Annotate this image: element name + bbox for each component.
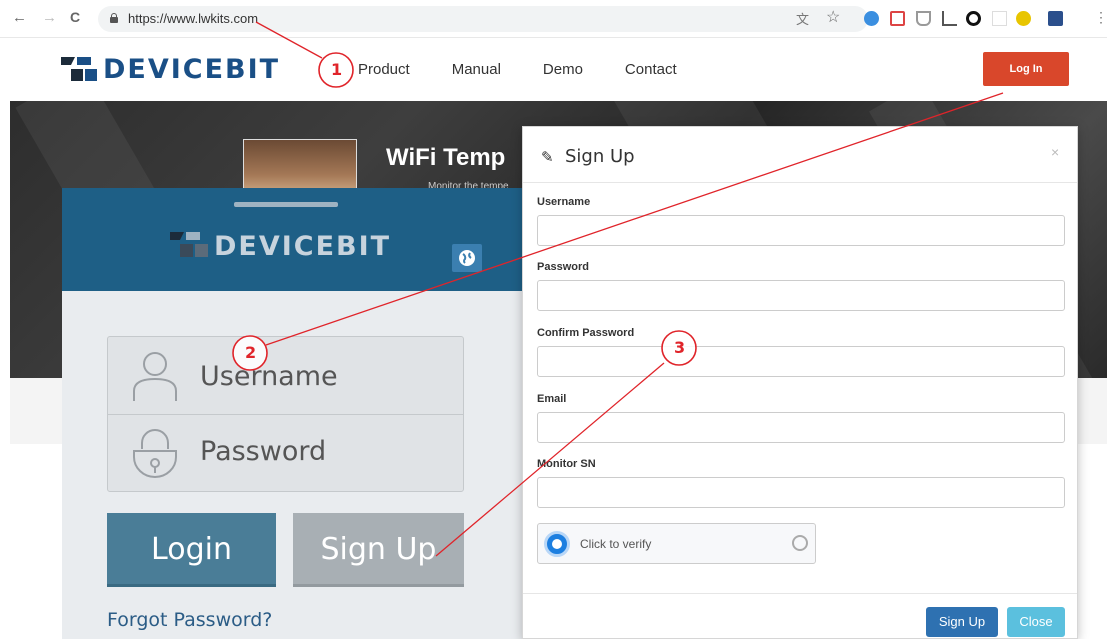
browser-toolbar: ← → C https://www.lwkits.com 文 ☆ ⋮	[0, 0, 1107, 38]
extension-icon[interactable]	[890, 11, 905, 26]
annotation-number-2: 2	[245, 343, 257, 362]
username-label: Username	[537, 196, 591, 208]
globe-icon	[459, 250, 475, 266]
email-field[interactable]	[537, 412, 1065, 443]
forward-button[interactable]: →	[42, 9, 57, 26]
translate-icon[interactable]: 文	[796, 9, 809, 28]
url-text: https://www.lwkits.com	[128, 11, 259, 26]
email-label: Email	[537, 393, 567, 405]
modal-title: Sign Up	[565, 146, 635, 167]
app-header: DEVICEBIT	[62, 188, 522, 291]
logo-mark-icon	[61, 56, 97, 81]
app-login-panel: DEVICEBIT Username Password Login Sign U…	[62, 188, 522, 639]
extension-icon[interactable]	[1016, 11, 1031, 26]
annotation-number-3: 3	[674, 338, 686, 357]
forgot-password-link[interactable]: Forgot Password?	[107, 609, 272, 631]
signup-modal: ✎ Sign Up × Username Password Confirm Pa…	[522, 126, 1078, 639]
verify-text: Click to verify	[580, 537, 652, 551]
username-input[interactable]: Username	[200, 361, 338, 392]
monitor-sn-label: Monitor SN	[537, 458, 596, 470]
lock-icon	[110, 13, 118, 23]
app-logo: DEVICEBIT	[170, 230, 391, 262]
login-form: Username Password	[107, 336, 464, 492]
captcha-logo-icon	[792, 535, 808, 551]
site-logo[interactable]: DEVICEBIT	[61, 54, 280, 85]
modal-signup-button[interactable]: Sign Up	[926, 607, 998, 637]
verify-radio-icon	[544, 531, 570, 557]
captcha-verify[interactable]: Click to verify	[537, 523, 816, 564]
annotation-number-1: 1	[331, 60, 343, 79]
logo-mark-icon	[170, 232, 208, 257]
divider	[523, 593, 1077, 594]
modal-close-button[interactable]: Close	[1007, 607, 1065, 637]
padlock-icon	[133, 429, 177, 478]
back-button[interactable]: ←	[12, 9, 27, 26]
extension-icon[interactable]	[1048, 11, 1063, 26]
menu-icon[interactable]: ⋮	[1094, 9, 1107, 26]
extension-icon[interactable]	[864, 11, 879, 26]
confirm-password-label: Confirm Password	[537, 327, 635, 339]
nav-manual[interactable]: Manual	[452, 61, 501, 78]
password-label: Password	[537, 261, 589, 273]
extension-icon[interactable]	[942, 11, 957, 26]
site-header: DEVICEBIT Product Manual Demo Contact Lo…	[0, 38, 1107, 101]
app-logo-text: DEVICEBIT	[214, 230, 392, 262]
main-nav: Product Manual Demo Contact	[358, 61, 719, 78]
login-button[interactable]: Log In	[983, 52, 1069, 86]
screenshot: ← → C https://www.lwkits.com 文 ☆ ⋮ DEVIC…	[0, 0, 1107, 639]
user-icon	[133, 352, 177, 401]
language-button[interactable]	[452, 244, 482, 272]
username-field[interactable]	[537, 215, 1065, 246]
extension-icon[interactable]	[966, 11, 981, 26]
nav-contact[interactable]: Contact	[625, 61, 677, 78]
extension-icon[interactable]	[916, 11, 931, 26]
pencil-icon: ✎	[541, 149, 554, 166]
reload-button[interactable]: C	[70, 9, 80, 25]
nav-demo[interactable]: Demo	[543, 61, 583, 78]
app-signup-button[interactable]: Sign Up	[293, 513, 464, 587]
password-field[interactable]	[537, 280, 1065, 311]
app-login-button[interactable]: Login	[107, 513, 276, 587]
divider	[523, 182, 1077, 183]
password-input[interactable]: Password	[200, 436, 326, 467]
monitor-sn-field[interactable]	[537, 477, 1065, 508]
close-icon[interactable]: ×	[1051, 144, 1059, 160]
address-bar[interactable]: https://www.lwkits.com	[98, 6, 868, 32]
bookmark-star-icon[interactable]: ☆	[826, 7, 840, 27]
nav-product[interactable]: Product	[358, 61, 410, 78]
app-top-bar	[234, 202, 338, 207]
extension-icon[interactable]	[992, 11, 1007, 26]
hero-title: WiFi Temp	[386, 144, 506, 171]
confirm-password-field[interactable]	[537, 346, 1065, 377]
logo-text: DEVICEBIT	[103, 54, 281, 85]
